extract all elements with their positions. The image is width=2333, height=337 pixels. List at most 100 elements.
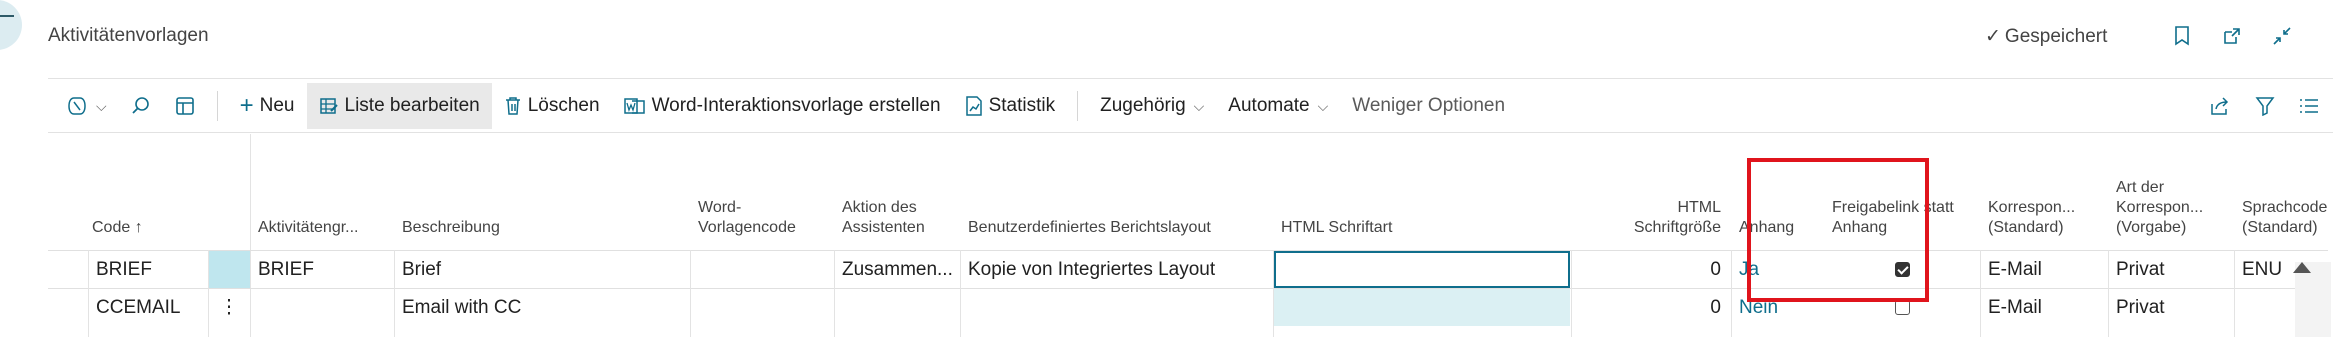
- cell-code[interactable]: CCEMAIL: [88, 289, 208, 326]
- column-separator: [1980, 250, 1981, 337]
- cell-custom-layout[interactable]: Kopie von Integriertes Layout: [960, 251, 1273, 288]
- cell-wizard-action[interactable]: [834, 289, 960, 326]
- column-header-label: HTML: [1677, 199, 1721, 216]
- cell-html-font-size[interactable]: 0: [1571, 251, 1731, 288]
- scroll-up-arrow-icon[interactable]: [2293, 262, 2311, 273]
- column-header-label: Korrespon...: [2116, 199, 2204, 216]
- column-header-label: Aktion des: [842, 199, 917, 216]
- table-row[interactable]: BRIEF BRIEF Brief Zusammen... Kopie von …: [48, 250, 2328, 288]
- column-header-html-font[interactable]: HTML Schriftart: [1273, 218, 1571, 250]
- cell-activity-group[interactable]: BRIEF: [250, 251, 394, 288]
- column-separator: [394, 250, 395, 337]
- table-row[interactable]: CCEMAIL ⋮ Email with CC 0 Nein E-Mail Pr…: [48, 288, 2328, 326]
- page-title: Aktivitätenvorlagen: [48, 25, 209, 46]
- delete-button[interactable]: Löschen: [492, 83, 612, 129]
- column-separator: [1273, 250, 1274, 337]
- column-separator: [1731, 250, 1732, 337]
- bookmark-icon[interactable]: [2170, 24, 2194, 48]
- search-button[interactable]: [119, 83, 163, 129]
- column-header-label: (Vorgabe): [2116, 219, 2187, 236]
- copilot-icon: [66, 96, 88, 116]
- toolbar-separator: [1077, 91, 1079, 121]
- column-header-correspondence-type[interactable]: Art der Korrespon... (Vorgabe): [2108, 178, 2234, 250]
- delete-label: Löschen: [527, 95, 600, 116]
- column-header-label: Vorlagencode: [698, 219, 796, 236]
- column-separator: [88, 250, 89, 337]
- word-document-icon: [623, 96, 646, 116]
- copilot-menu-button[interactable]: ⌵: [48, 83, 119, 129]
- sort-ascending-icon: ↑: [134, 219, 143, 236]
- cell-code[interactable]: BRIEF: [88, 251, 208, 288]
- share-link-checkbox[interactable]: [1894, 300, 1910, 316]
- row-selector[interactable]: [48, 289, 88, 326]
- cell-html-font-size[interactable]: 0: [1571, 289, 1731, 326]
- edit-list-icon: [319, 96, 339, 116]
- automate-label: Automate: [1228, 95, 1310, 116]
- fewer-options-button[interactable]: Weniger Optionen: [1340, 83, 1517, 129]
- column-header-label: (Standard): [2242, 219, 2318, 236]
- column-header-html-font-size[interactable]: HTML Schriftgröße: [1571, 198, 1731, 250]
- column-header-correspondence[interactable]: Korrespon... (Standard): [1980, 198, 2108, 250]
- related-label: Zugehörig: [1100, 95, 1186, 116]
- cell-activity-group[interactable]: [250, 289, 394, 326]
- save-status: ✓ Gespeichert: [1985, 25, 2107, 48]
- column-header-custom-layout[interactable]: Benutzerdefiniertes Berichtslayout: [960, 218, 1273, 250]
- row-selector[interactable]: [48, 251, 88, 288]
- new-button[interactable]: + Neu: [228, 83, 307, 129]
- toolbar-divider: [48, 132, 2333, 133]
- column-header-word-template-code[interactable]: Word- Vorlagencode: [690, 198, 834, 250]
- related-menu-button[interactable]: Zugehörig ⌵: [1088, 83, 1216, 129]
- plus-icon: +: [239, 92, 254, 119]
- column-header-language[interactable]: Sprachcode (Standard): [2234, 198, 2328, 250]
- edit-list-button[interactable]: Liste bearbeiten: [306, 83, 492, 129]
- column-header-wizard-action[interactable]: Aktion des Assistenten: [834, 198, 960, 250]
- cell-language[interactable]: ENU: [2234, 251, 2294, 288]
- filter-icon[interactable]: [2255, 96, 2275, 116]
- column-header-label: Assistenten: [842, 219, 925, 236]
- open-new-window-icon[interactable]: [2220, 24, 2244, 48]
- toolbar-separator: [216, 91, 218, 121]
- cell-correspondence-type[interactable]: Privat: [2108, 251, 2234, 288]
- grid-header: Code ↑ Aktivitätengr... Beschreibung Wor…: [48, 134, 2328, 250]
- automate-menu-button[interactable]: Automate ⌵: [1216, 83, 1340, 129]
- cell-wizard-action[interactable]: Zusammen...: [834, 251, 960, 288]
- cell-correspondence[interactable]: E-Mail: [1980, 251, 2108, 288]
- cell-custom-layout[interactable]: [960, 289, 1273, 326]
- edit-list-label: Liste bearbeiten: [344, 95, 480, 116]
- collapse-icon[interactable]: [2270, 24, 2294, 48]
- share-icon[interactable]: [2209, 96, 2231, 116]
- column-separator: [690, 250, 691, 337]
- analysis-icon: [175, 96, 195, 116]
- column-header-description[interactable]: Beschreibung: [394, 218, 690, 250]
- chevron-down-icon: ⌵: [1317, 97, 1329, 114]
- back-button[interactable]: [0, 0, 22, 50]
- html-font-input[interactable]: [1274, 251, 1570, 288]
- analysis-mode-button[interactable]: [163, 83, 207, 129]
- column-separator: [208, 250, 209, 337]
- back-arrow-icon: [0, 15, 14, 17]
- column-header-label: Korrespon...: [1988, 199, 2076, 216]
- column-separator: [960, 250, 961, 337]
- column-separator: [2108, 250, 2109, 337]
- cell-html-font[interactable]: [1274, 289, 1570, 326]
- cell-correspondence[interactable]: E-Mail: [1980, 289, 2108, 326]
- column-header-code[interactable]: Code ↑: [48, 218, 208, 250]
- cell-correspondence-type[interactable]: Privat: [2108, 289, 2234, 326]
- vertical-scrollbar[interactable]: [2295, 262, 2331, 337]
- list-view-icon[interactable]: [2299, 96, 2319, 116]
- header-divider: [48, 78, 2333, 79]
- cell-word-template-code[interactable]: [690, 251, 834, 288]
- statistics-button[interactable]: Statistik: [953, 83, 1068, 129]
- row-menu-icon[interactable]: ⋮: [208, 289, 250, 326]
- column-header-label: Sprachcode: [2242, 199, 2328, 216]
- word-template-button[interactable]: Word-Interaktionsvorlage erstellen: [612, 83, 953, 129]
- column-header-label: Schriftgröße: [1633, 219, 1721, 236]
- row-menu-cell[interactable]: [208, 251, 250, 288]
- column-separator: [2234, 250, 2235, 337]
- cell-description[interactable]: Email with CC: [394, 289, 690, 326]
- action-toolbar: ⌵ + Neu Liste bearbeiten Löschen Word-In…: [48, 83, 1517, 129]
- cell-word-template-code[interactable]: [690, 289, 834, 326]
- column-header-activity-group[interactable]: Aktivitätengr...: [250, 218, 394, 250]
- cell-language[interactable]: [2234, 289, 2294, 326]
- cell-description[interactable]: Brief: [394, 251, 690, 288]
